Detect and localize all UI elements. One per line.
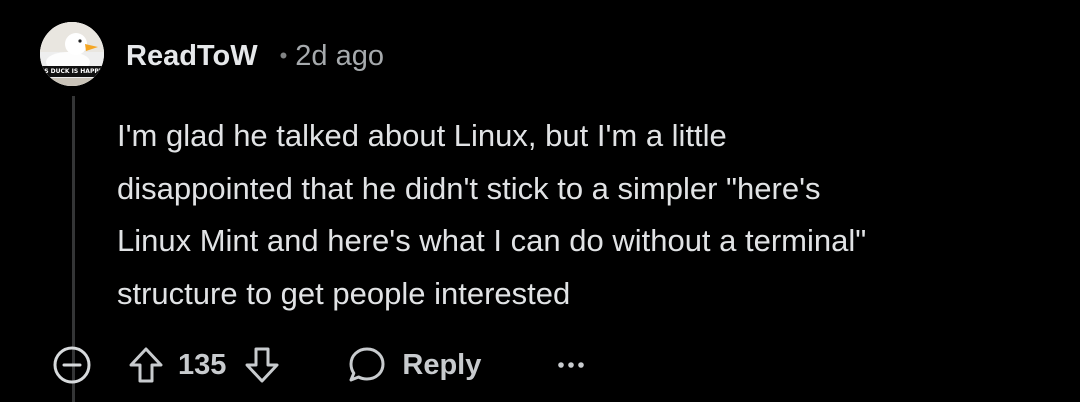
reply-button[interactable]: Reply: [346, 344, 481, 386]
comment: IS DUCK IS HAPPY ReadToW • 2d ago I'm gl…: [0, 0, 1080, 402]
more-options-button[interactable]: [551, 345, 591, 385]
downvote-button[interactable]: [242, 345, 282, 385]
collapse-circle-minus-icon: [53, 346, 91, 384]
vote-score: 135: [178, 348, 227, 381]
comment-body-line: structure to get people interested: [117, 275, 571, 311]
timestamp: 2d ago: [295, 39, 384, 72]
comment-actions: 135 Reply: [50, 342, 591, 388]
more-horizontal-icon: [558, 362, 585, 368]
meta-separator: •: [279, 43, 288, 68]
username-link[interactable]: ReadToW: [126, 40, 258, 73]
comment-body-line: disappointed that he didn't stick to a s…: [117, 170, 821, 206]
comment-body: I'm glad he talked about Linux, but I'm …: [117, 110, 1047, 320]
upvote-button[interactable]: [126, 345, 166, 385]
avatar-banner-text: IS DUCK IS HAPPY: [40, 66, 104, 77]
comment-body-line: I'm glad he talked about Linux, but I'm …: [117, 118, 727, 153]
comment-header: ReadToW • 2d ago: [126, 36, 384, 76]
avatar[interactable]: IS DUCK IS HAPPY: [40, 22, 104, 86]
reply-label: Reply: [402, 348, 482, 381]
collapse-button[interactable]: [50, 343, 94, 387]
comment-body-line: Linux Mint and here's what I can do with…: [117, 223, 867, 258]
speech-bubble-icon: [346, 344, 388, 386]
arrow-down-icon: [245, 347, 279, 383]
arrow-up-icon: [129, 347, 163, 383]
